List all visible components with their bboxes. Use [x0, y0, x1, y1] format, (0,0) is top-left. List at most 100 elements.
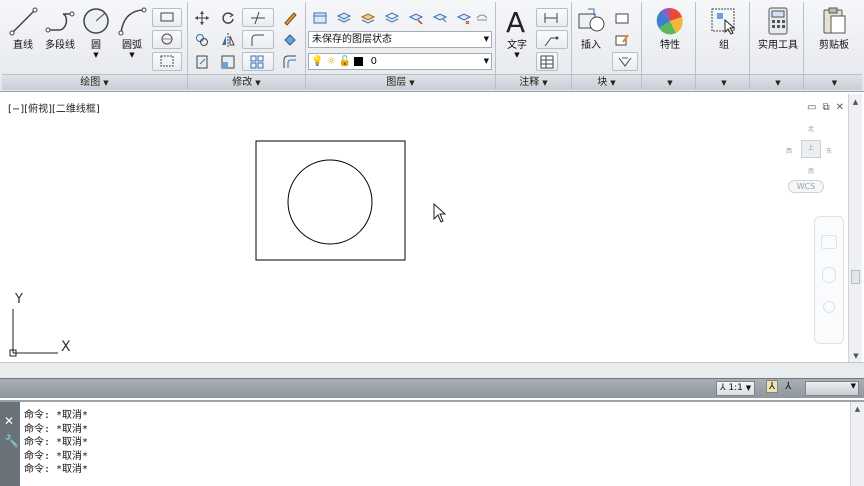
workspace-dropdown[interactable]: ▼ [805, 381, 859, 396]
group-panel: 组 ▼ [696, 2, 750, 90]
command-window[interactable]: ✕ 🔧 命令: *取消* 命令: *取消* 命令: *取消* 命令: *取消* … [0, 400, 864, 486]
table-button[interactable] [536, 52, 558, 71]
layer-previous-button[interactable] [382, 8, 402, 27]
drawn-rectangle[interactable] [255, 140, 406, 261]
command-scrollbar[interactable]: ▲ [850, 402, 864, 486]
rotate-button[interactable] [218, 8, 238, 27]
text-button[interactable]: A 文字 ▼ [500, 6, 534, 59]
viewcube-west[interactable]: 西 [786, 146, 792, 155]
block-panel-title[interactable]: 块 ▼ [572, 74, 641, 90]
block-panel: 插入 块 ▼ [572, 2, 642, 90]
modify-panel-title[interactable]: 修改 ▼ [188, 74, 305, 90]
rectangle-button[interactable] [152, 8, 182, 27]
move-button[interactable] [192, 8, 212, 27]
properties-panel-title[interactable]: ▼ [642, 74, 695, 90]
vertical-scrollbar[interactable]: ▲ ▼ [848, 94, 862, 362]
wrench-icon[interactable]: 🔧 [4, 434, 19, 448]
insert-button[interactable]: 插入 [574, 6, 608, 51]
scroll-up-icon[interactable]: ▲ [849, 98, 862, 106]
boundary-button[interactable] [152, 52, 182, 71]
utilities-button[interactable]: 实用工具 [754, 6, 802, 51]
layers-panel-title[interactable]: 图层 ▼ [306, 74, 495, 90]
viewcube-face[interactable]: 上 [801, 140, 821, 158]
hatch-icon [161, 33, 173, 45]
layer-properties-button[interactable] [310, 8, 330, 27]
command-window-handle[interactable]: ✕ 🔧 [0, 402, 20, 486]
steering-wheel-icon[interactable] [821, 235, 837, 249]
line-label: 直线 [13, 40, 33, 51]
mirror-button[interactable] [218, 30, 238, 49]
navigation-bar[interactable] [814, 216, 844, 344]
arc-button[interactable]: 圆弧 ▼ [114, 6, 150, 59]
drawing-canvas[interactable] [2, 94, 848, 362]
text-dropdown-icon[interactable]: ▼ [500, 51, 534, 59]
arc-dropdown-icon[interactable]: ▼ [114, 51, 150, 59]
layer-state-button[interactable] [334, 8, 354, 27]
stretch-button[interactable] [192, 52, 212, 71]
layer-lock-button[interactable] [472, 8, 492, 27]
annotation-visibility-icon[interactable]: ⅄ [766, 380, 779, 393]
offset-button[interactable] [280, 52, 300, 71]
dimension-button[interactable] [536, 8, 568, 27]
leader-icon [544, 36, 559, 47]
command-history: 命令: *取消* 命令: *取消* 命令: *取消* 命令: *取消* 命令: … [24, 409, 88, 477]
wcs-menu[interactable]: WCS [788, 180, 824, 193]
layer-match-button[interactable] [358, 8, 378, 27]
mouse-cursor-icon [433, 202, 447, 223]
close-icon[interactable]: ✕ [4, 414, 14, 428]
clipboard-button[interactable]: 剪贴板 [810, 6, 858, 51]
layer-dropdown[interactable]: 💡 ☼ 🔓 0 ▼ [308, 53, 492, 70]
properties-icon [656, 7, 683, 35]
copy-button[interactable] [192, 30, 212, 49]
scale-button[interactable] [218, 52, 238, 71]
trim-button[interactable] [242, 8, 274, 27]
zoom-icon[interactable] [823, 301, 835, 313]
erase-button[interactable] [280, 8, 300, 27]
ucs-icon [9, 309, 58, 357]
circle-dropdown-icon[interactable]: ▼ [80, 51, 112, 59]
scroll-up-icon[interactable]: ▲ [851, 405, 864, 413]
attribute-button[interactable] [612, 52, 638, 71]
clipboard-label: 剪贴板 [819, 40, 849, 51]
utilities-panel-title[interactable]: ▼ [750, 74, 803, 90]
hatch-button[interactable] [152, 30, 182, 49]
close-icon[interactable]: ✕ [836, 102, 844, 113]
properties-button[interactable]: 特性 [650, 6, 690, 51]
layer-state-dropdown[interactable]: 未保存的图层状态 ▼ [308, 31, 492, 48]
draw-panel-title[interactable]: 绘图 ▼ [2, 74, 187, 90]
auto-scale-icon[interactable]: ⅄ [785, 381, 791, 392]
minimize-icon[interactable]: ▭ [807, 102, 816, 113]
scroll-down-icon[interactable]: ▼ [849, 352, 863, 360]
layers-title-label: 图层 [386, 77, 407, 88]
scroll-thumb[interactable] [851, 270, 860, 284]
modify-panel: 修改 ▼ [188, 2, 306, 90]
array-button[interactable] [242, 52, 274, 71]
restore-icon[interactable]: ⧉ [822, 102, 829, 113]
viewcube-east[interactable]: 东 [826, 146, 832, 155]
line-button[interactable]: 直线 [6, 6, 40, 51]
pan-icon[interactable] [822, 267, 836, 283]
viewcube-south[interactable]: 南 [808, 166, 814, 175]
layer-lock-icon [476, 14, 488, 21]
fillet-button[interactable] [242, 30, 274, 49]
group-panel-title[interactable]: ▼ [696, 74, 749, 90]
layer-isolate-button[interactable] [406, 8, 426, 27]
viewcube-north[interactable]: 北 [808, 124, 814, 133]
command-history-line: 命令: *取消* [24, 423, 89, 435]
explode-button[interactable] [280, 30, 300, 49]
group-button[interactable]: 组 [704, 6, 744, 51]
layer-freeze-button[interactable] [430, 8, 450, 27]
create-block-button[interactable] [612, 8, 632, 27]
drawn-circle[interactable] [287, 159, 373, 245]
edit-block-button[interactable] [612, 30, 632, 49]
clipboard-panel-title[interactable]: ▼ [804, 74, 862, 90]
annotation-scale-dropdown[interactable]: ⅄ 1:1 ▼ [716, 381, 756, 396]
leader-button[interactable] [536, 30, 568, 49]
layer-off-button[interactable] [454, 8, 474, 27]
chevron-down-icon: ▼ [667, 79, 673, 87]
drawing-area[interactable]: [−][俯视][二维线框] Y X ▭ ⧉ ✕ 北 西 上 东 南 WCS [2, 94, 848, 362]
polyline-button[interactable]: 多段线 [40, 6, 80, 51]
horizontal-scrollbar[interactable] [0, 362, 864, 378]
annotation-panel-title[interactable]: 注释 ▼ [496, 74, 571, 90]
circle-button[interactable]: 圆 ▼ [80, 6, 112, 59]
